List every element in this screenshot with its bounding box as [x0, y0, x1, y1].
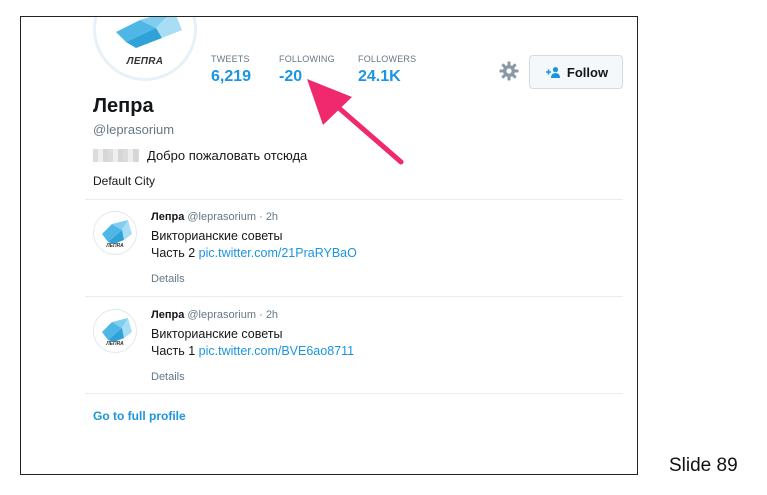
tweet-avatar-brand: ЛЕПRA: [106, 341, 124, 347]
add-user-icon: [545, 67, 560, 78]
stat-tweets-value: 6,219: [211, 68, 252, 85]
tweet-details-link[interactable]: Details: [151, 273, 611, 285]
divider: [85, 199, 623, 200]
divider: [85, 393, 623, 394]
tweet-text-line: Часть 1 pic.twitter.com/BVE6ao8711: [151, 343, 611, 360]
stat-tweets[interactable]: TWEETS 6,219: [211, 54, 251, 86]
profile-location: Default City: [93, 174, 156, 188]
tweet-author[interactable]: Лепра: [151, 309, 184, 321]
tweet-text-prefix: Часть 2: [151, 246, 199, 260]
twitter-profile-card: ЛЕПRA TWEETS 6,219 FOLLOWING -20 FOLLOWE…: [20, 16, 638, 475]
profile-bio-row: Добро пожаловать отсюда: [93, 148, 307, 163]
tweet-avatar[interactable]: ЛЕПRA: [93, 309, 137, 353]
tweet-body: Лепра @leprasorium · 2h Викторианские со…: [151, 211, 611, 285]
stat-following[interactable]: FOLLOWING -20: [279, 54, 335, 86]
tweet-text-line: Викторианские советы: [151, 229, 283, 243]
profile-bio: Добро пожаловать отсюда: [147, 148, 308, 163]
tweet-meta: Лепра @leprasorium · 2h: [151, 211, 611, 223]
tweet-body: Лепра @leprasorium · 2h Викторианские со…: [151, 309, 611, 383]
tweet-avatar-brand: ЛЕПRA: [106, 243, 124, 249]
tweet-details-link[interactable]: Details: [151, 371, 611, 383]
stat-following-value: -20: [279, 68, 303, 85]
tweet-avatar[interactable]: ЛЕПRA: [93, 211, 137, 255]
stat-followers-label: FOLLOWERS: [358, 54, 417, 64]
stat-following-label: FOLLOWING: [279, 54, 335, 64]
gear-icon[interactable]: [499, 61, 519, 81]
profile-avatar-brand: ЛЕПRA: [126, 56, 164, 67]
stat-tweets-label: TWEETS: [211, 54, 250, 64]
tweet-handle[interactable]: @leprasorium: [187, 211, 256, 223]
tweet-text: Викторианские советы Часть 2 pic.twitter…: [151, 228, 611, 262]
tweet-author[interactable]: Лепра: [151, 211, 184, 223]
tweet-text-line: Викторианские советы: [151, 327, 283, 341]
follow-button[interactable]: Follow: [529, 55, 623, 89]
tweet-time[interactable]: · 2h: [259, 309, 278, 321]
blurred-emoji: [93, 149, 139, 162]
follow-button-label: Follow: [566, 64, 609, 80]
tweet-text-prefix: Часть 1: [151, 344, 199, 358]
profile-handle[interactable]: @leprasorium: [93, 122, 174, 137]
slide-number: Slide 89: [669, 455, 738, 476]
tweet-handle[interactable]: @leprasorium: [187, 309, 256, 321]
tweet-pic-link[interactable]: pic.twitter.com/BVE6ao8711: [199, 344, 354, 358]
divider: [85, 296, 623, 297]
tweet-time[interactable]: · 2h: [259, 211, 278, 223]
stat-followers-value: 24.1K: [358, 68, 401, 85]
go-to-full-profile-link[interactable]: Go to full profile: [93, 409, 186, 423]
stat-followers[interactable]: FOLLOWERS 24.1K: [358, 54, 416, 86]
tweet-text-line: Часть 2 pic.twitter.com/21PraRYBaO: [151, 245, 611, 262]
tweet-pic-link[interactable]: pic.twitter.com/21PraRYBaO: [199, 246, 357, 260]
profile-name[interactable]: Лепра: [93, 95, 154, 118]
tweet-text: Викторианские советы Часть 1 pic.twitter…: [151, 326, 611, 360]
tweet-meta: Лепра @leprasorium · 2h: [151, 309, 611, 321]
profile-avatar[interactable]: ЛЕПRA: [93, 17, 197, 81]
unicorn-logo-icon: [116, 17, 182, 48]
